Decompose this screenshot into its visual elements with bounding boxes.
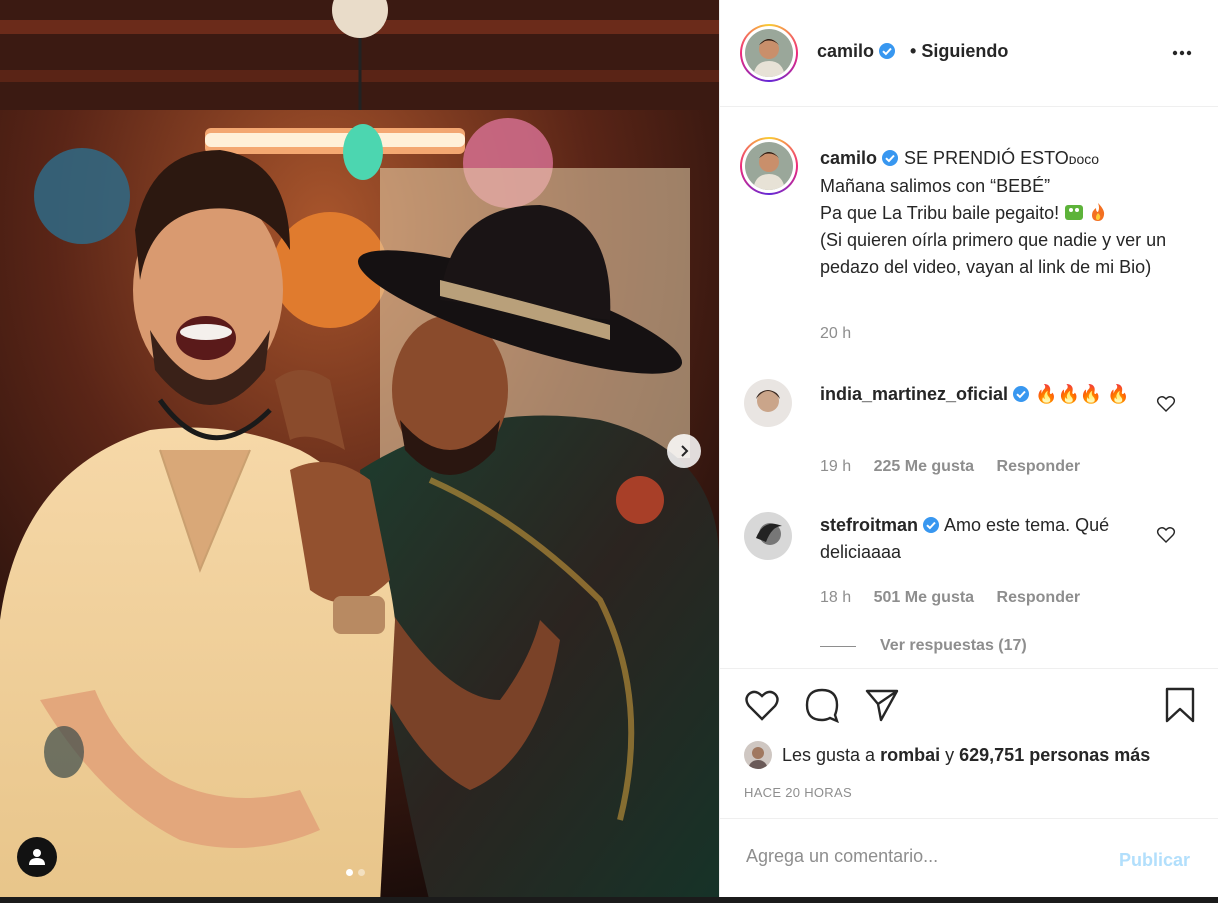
person-icon xyxy=(29,849,45,865)
more-options-button[interactable] xyxy=(1170,41,1194,71)
avatar-image xyxy=(745,142,793,190)
heart-icon xyxy=(745,690,779,721)
avatar-image xyxy=(744,379,792,427)
following-button[interactable]: Siguiendo xyxy=(921,41,1008,61)
verified-badge-icon xyxy=(879,43,896,59)
author-username-text[interactable]: camilo xyxy=(817,41,874,61)
replies-divider xyxy=(820,645,856,647)
caption-emoji-text: ᴅᴏᴄᴏ xyxy=(1068,151,1100,167)
separator-dot: • xyxy=(910,41,917,61)
post-side-panel: camilo • Siguiendo camilo SE PRENDIÓ EST… xyxy=(719,0,1218,897)
avatar-image xyxy=(744,741,772,769)
comment-likes-count[interactable]: 501 Me gusta xyxy=(874,589,974,606)
carousel-dot xyxy=(358,869,365,876)
like-comment-heart-icon[interactable] xyxy=(1156,394,1176,414)
comment-avatar[interactable] xyxy=(744,512,792,560)
post-timestamp[interactable]: HACE 20 HORAS xyxy=(744,785,852,800)
add-comment-bar: Publicar xyxy=(720,818,1218,898)
comment-input[interactable] xyxy=(744,845,1098,868)
comment-likes-count[interactable]: 225 Me gusta xyxy=(874,458,974,475)
post-header: camilo • Siguiendo xyxy=(720,0,1218,107)
caption-line-3: Pa que La Tribu baile pegaito! xyxy=(820,203,1060,223)
verified-badge-icon xyxy=(1013,386,1030,402)
likes-summary[interactable]: Les gusta a rombai y 629,751 personas má… xyxy=(744,741,1150,769)
verified-badge-icon xyxy=(923,517,940,533)
avatar-image xyxy=(745,29,793,77)
carousel-indicator xyxy=(346,869,365,876)
carousel-next-button[interactable] xyxy=(667,434,701,468)
comment-time[interactable]: 18 h xyxy=(820,589,851,606)
comment-body: stefroitman Amo este tema. Qué deliciaaa… xyxy=(820,512,1160,566)
liker-username[interactable]: rombai xyxy=(880,745,940,766)
comments-scroll-area[interactable]: camilo SE PRENDIÓ ESTOᴅᴏᴄᴏ Mañana salimo… xyxy=(720,107,1218,667)
comment-body: india_martinez_oficial 🔥🔥🔥 🔥 xyxy=(820,381,1160,408)
likes-count[interactable]: 629,751 personas más xyxy=(959,745,1150,766)
photo-illustration xyxy=(0,0,719,903)
verified-badge-icon xyxy=(882,150,899,166)
author-avatar[interactable] xyxy=(740,24,798,82)
author-username[interactable]: camilo xyxy=(817,41,896,62)
follow-status[interactable]: • Siguiendo xyxy=(910,41,1008,62)
likes-connector: y xyxy=(945,744,955,765)
comment-time[interactable]: 19 h xyxy=(820,458,851,475)
like-comment-heart-icon[interactable] xyxy=(1156,525,1176,545)
fire-emoji-icon xyxy=(1092,203,1105,221)
post-photo[interactable] xyxy=(0,0,719,903)
carousel-dot-active xyxy=(346,869,353,876)
caption-line-1: SE PRENDIÓ ESTO xyxy=(904,148,1069,168)
comment-username[interactable]: india_martinez_oficial xyxy=(820,384,1008,404)
caption-author-avatar[interactable] xyxy=(740,137,798,195)
comment-button[interactable] xyxy=(802,685,842,725)
comment-avatar[interactable] xyxy=(744,379,792,427)
chevron-right-icon xyxy=(681,445,689,457)
comment-bubble-icon xyxy=(805,688,839,723)
post-actions: Les gusta a rombai y 629,751 personas má… xyxy=(720,668,1218,819)
comment-username[interactable]: stefroitman xyxy=(820,515,918,535)
caption-line-4: (Si quieren oírla primero que nadie y ve… xyxy=(820,230,1167,277)
view-replies-button[interactable]: Ver respuestas (17) xyxy=(820,637,1027,655)
bookmark-icon xyxy=(1165,687,1195,723)
comment-meta: 19 h 225 Me gusta Responder xyxy=(820,458,1098,476)
comment-meta: 18 h 501 Me gusta Responder xyxy=(820,589,1098,607)
share-button[interactable] xyxy=(862,685,902,725)
comment-text: 🔥🔥🔥 🔥 xyxy=(1035,384,1130,404)
reply-button[interactable]: Responder xyxy=(997,458,1081,475)
caption-line-2: Mañana salimos con “BEBÉ” xyxy=(820,176,1051,196)
bottom-edge xyxy=(0,897,1218,903)
view-replies-label[interactable]: Ver respuestas (17) xyxy=(880,637,1027,655)
likes-prefix: Les gusta a xyxy=(782,744,876,765)
caption-username[interactable]: camilo xyxy=(820,148,877,168)
reply-button[interactable]: Responder xyxy=(997,589,1081,606)
caption-time[interactable]: 20 h xyxy=(820,325,851,343)
caption-text: camilo SE PRENDIÓ ESTOᴅᴏᴄᴏ Mañana salimo… xyxy=(820,145,1180,281)
publish-button[interactable]: Publicar xyxy=(1119,850,1190,871)
paper-plane-icon xyxy=(865,689,899,722)
like-button[interactable] xyxy=(742,685,782,725)
post-container: camilo • Siguiendo camilo SE PRENDIÓ EST… xyxy=(0,0,1218,903)
tagged-users-button[interactable] xyxy=(17,837,57,877)
more-horizontal-icon xyxy=(1172,50,1192,56)
save-button[interactable] xyxy=(1160,685,1200,725)
liker-avatar[interactable] xyxy=(744,741,772,769)
avatar-image xyxy=(744,512,792,560)
dancer-emoji-icon xyxy=(1065,205,1084,220)
